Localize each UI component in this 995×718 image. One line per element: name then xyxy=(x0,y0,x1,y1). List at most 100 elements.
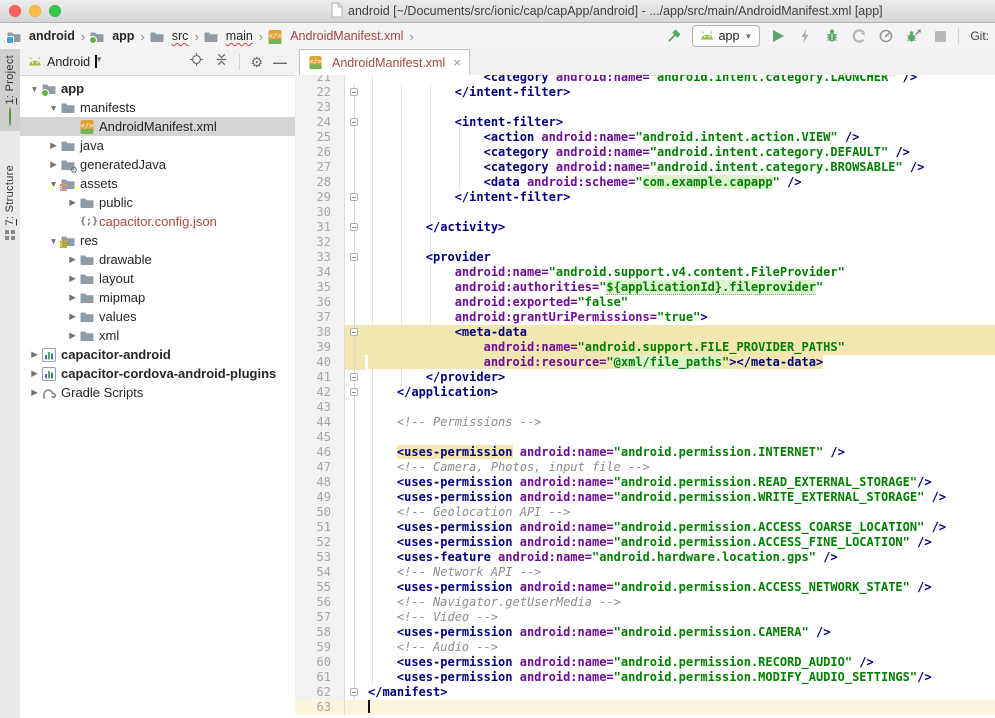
stop-icon[interactable] xyxy=(931,27,949,45)
breadcrumb-item-android[interactable]: android xyxy=(6,29,75,44)
collapse-all-icon[interactable] xyxy=(214,52,229,72)
code-text xyxy=(365,430,995,445)
fold-marker-icon[interactable] xyxy=(345,115,365,130)
chevron-right-icon[interactable]: ▶ xyxy=(28,387,41,398)
fold-marker-icon[interactable] xyxy=(345,85,365,100)
close-window-button[interactable] xyxy=(9,5,21,17)
locate-icon[interactable] xyxy=(189,52,204,72)
title-bar: android [~/Documents/src/ionic/cap/capAp… xyxy=(0,0,995,23)
zoom-window-button[interactable] xyxy=(49,5,61,17)
line-number: 32 xyxy=(295,235,345,250)
tree-item-capacitor-config-json[interactable]: {;}capacitor.config.json xyxy=(20,212,295,231)
project-tool-window: Android ▼ ⚙ — ▼app▼manifests</>AndroidMa… xyxy=(20,49,296,718)
editor-area: </> AndroidManifest.xml × 21 <category a… xyxy=(295,49,995,718)
fold-marker-icon[interactable] xyxy=(345,370,365,385)
code-line-29: 29 </intent-filter> xyxy=(295,190,995,205)
tree-item-label: java xyxy=(80,138,104,153)
code-line-33: 33 <provider xyxy=(295,250,995,265)
tree-item-java[interactable]: ▶ java xyxy=(20,136,295,155)
profiler-gauge-icon[interactable] xyxy=(877,27,895,45)
run-configuration-label: app xyxy=(719,29,740,43)
tree-item-capacitor-android[interactable]: ▶capacitor-android xyxy=(20,345,295,364)
chevron-right-icon[interactable]: ▶ xyxy=(66,197,79,208)
breadcrumb-item-AndroidManifest.xml[interactable]: </>AndroidManifest.xml xyxy=(267,29,403,44)
fold-gutter xyxy=(345,205,365,220)
tree-item-label: Gradle Scripts xyxy=(61,385,143,400)
tree-item-androidmanifest-xml[interactable]: </>AndroidManifest.xml xyxy=(20,117,295,136)
tool-stripe-button-project[interactable]: 1: Project xyxy=(0,49,20,131)
build-hammer-icon[interactable] xyxy=(665,27,683,45)
tree-item-public[interactable]: ▶public xyxy=(20,193,295,212)
chevron-right-icon[interactable]: ▶ xyxy=(47,159,60,170)
chevron-down-icon[interactable]: ▼ xyxy=(47,103,60,113)
close-tab-icon[interactable]: × xyxy=(453,55,461,70)
breadcrumb-item-main[interactable]: main xyxy=(203,29,253,44)
manifest-file-icon: </> xyxy=(308,55,323,70)
tree-item-layout[interactable]: ▶layout xyxy=(20,269,295,288)
breadcrumb-label: android xyxy=(29,29,75,43)
chevron-right-icon[interactable]: ▶ xyxy=(66,254,79,265)
android-head-icon xyxy=(28,53,42,71)
code-editor[interactable]: 21 <category android:name="android.inten… xyxy=(295,75,995,718)
run-play-icon[interactable] xyxy=(769,27,787,45)
chevron-right-icon[interactable]: ▶ xyxy=(66,292,79,303)
tree-item-assets[interactable]: ▼assets xyxy=(20,174,295,193)
profile-icon[interactable] xyxy=(850,27,868,45)
fold-marker-icon[interactable] xyxy=(345,325,365,340)
tree-item-capacitor-cordova-android-plugins[interactable]: ▶capacitor-cordova-android-plugins xyxy=(20,364,295,383)
tree-item-res[interactable]: ▼res xyxy=(20,231,295,250)
fold-marker-icon[interactable] xyxy=(345,190,365,205)
chevron-right-icon[interactable]: ▶ xyxy=(66,311,79,322)
tree-item-mipmap[interactable]: ▶mipmap xyxy=(20,288,295,307)
fold-gutter xyxy=(345,130,365,145)
fold-marker-icon[interactable] xyxy=(345,685,365,700)
tool-stripe-button-structure[interactable]: 7: Structure xyxy=(0,159,20,244)
chevron-right-icon[interactable]: ▶ xyxy=(66,273,79,284)
code-line-56: 56 <!-- Navigator.getUserMedia --> xyxy=(295,595,995,610)
minimize-window-button[interactable] xyxy=(29,5,41,17)
gear-icon[interactable]: ⚙ xyxy=(250,55,263,69)
code-text: android:name="android.support.FILE_PROVI… xyxy=(365,340,995,355)
chevron-right-icon[interactable]: ▶ xyxy=(28,349,41,360)
breadcrumb-separator: › xyxy=(259,29,263,44)
tree-item-drawable[interactable]: ▶drawable xyxy=(20,250,295,269)
code-text: <uses-permission android:name="android.p… xyxy=(365,670,995,685)
code-line-41: 41 </provider> xyxy=(295,370,995,385)
code-line-34: 34 android:name="android.support.v4.cont… xyxy=(295,265,995,280)
tree-item-gradle-scripts[interactable]: ▶ Gradle Scripts xyxy=(20,383,295,402)
fold-marker-icon[interactable] xyxy=(345,250,365,265)
debug-bug-icon[interactable] xyxy=(823,27,841,45)
run-configuration-dropdown[interactable]: app ▼ xyxy=(692,25,761,47)
line-number: 22 xyxy=(295,85,345,100)
code-line-32: 32 xyxy=(295,235,995,250)
tree-item-xml[interactable]: ▶xml xyxy=(20,326,295,345)
code-line-47: 47 <!-- Camera, Photos, input file --> xyxy=(295,460,995,475)
fold-marker-icon[interactable] xyxy=(345,220,365,235)
chevron-down-icon[interactable]: ▼ xyxy=(47,179,60,189)
code-line-54: 54 <!-- Network API --> xyxy=(295,565,995,580)
tree-item-values[interactable]: ▶values xyxy=(20,307,295,326)
tree-item-manifests[interactable]: ▼manifests xyxy=(20,98,295,117)
code-text: <action android:name="android.intent.act… xyxy=(365,130,995,145)
fold-marker-icon[interactable] xyxy=(345,385,365,400)
breadcrumb-label: src xyxy=(172,29,189,43)
chevron-right-icon[interactable]: ▶ xyxy=(28,368,41,379)
breadcrumb-item-src[interactable]: src xyxy=(149,29,189,44)
apply-changes-icon[interactable] xyxy=(796,27,814,45)
project-view-selector[interactable]: Android xyxy=(47,55,90,69)
tab-androidmanifest[interactable]: </> AndroidManifest.xml × xyxy=(299,49,470,75)
structure-icon xyxy=(5,230,15,240)
code-text: <uses-permission android:name="android.p… xyxy=(365,475,995,490)
chevron-right-icon[interactable]: ▶ xyxy=(47,140,60,151)
code-line-25: 25 <action android:name="android.intent.… xyxy=(295,130,995,145)
fold-gutter xyxy=(345,235,365,250)
chevron-right-icon[interactable]: ▶ xyxy=(66,330,79,341)
code-text: <provider xyxy=(365,250,995,265)
tree-item-app[interactable]: ▼app xyxy=(20,79,295,98)
chevron-down-icon[interactable]: ▼ xyxy=(28,84,41,94)
chevron-down-icon[interactable]: ▼ xyxy=(47,236,60,246)
attach-debugger-icon[interactable] xyxy=(904,27,922,45)
hide-panel-icon[interactable]: — xyxy=(273,54,287,70)
tree-item-generatedjava[interactable]: ▶⚙generatedJava xyxy=(20,155,295,174)
breadcrumb-item-app[interactable]: app xyxy=(89,29,134,44)
